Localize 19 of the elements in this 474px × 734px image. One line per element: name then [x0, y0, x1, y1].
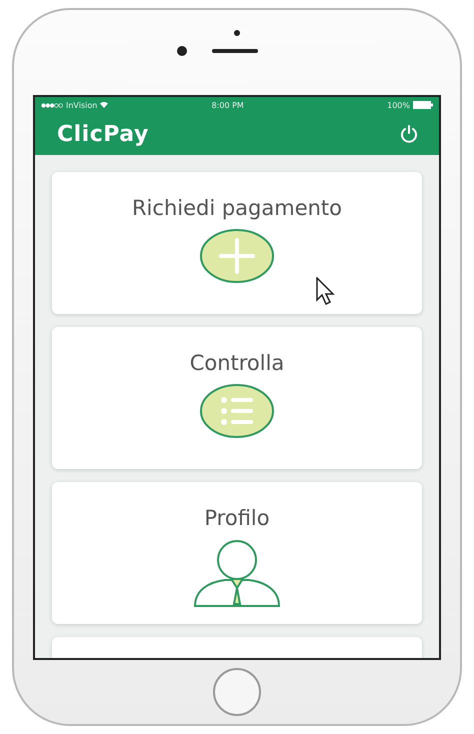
app-logo: ClicPay	[57, 122, 149, 146]
power-icon[interactable]	[399, 124, 419, 144]
signal-dots-icon	[41, 102, 63, 108]
list-circle-icon	[199, 383, 275, 439]
battery-text: 100%	[387, 100, 410, 110]
battery-icon	[412, 101, 433, 109]
time-text: 8:00 PM	[212, 100, 244, 110]
menu-card[interactable]: Controlla	[52, 327, 422, 469]
carrier-text: InVision	[66, 100, 98, 110]
home-button[interactable]	[213, 668, 261, 716]
mouse-cursor-icon	[316, 277, 336, 305]
sensor-dot-icon	[234, 30, 240, 36]
speaker-icon	[212, 49, 258, 53]
menu-card[interactable]: Richiedi pagamento	[52, 172, 422, 314]
wifi-icon	[100, 102, 108, 108]
plus-circle-icon	[199, 228, 275, 284]
menu-card[interactable]: Profilo	[52, 482, 422, 624]
user-icon	[192, 538, 282, 608]
camera-icon	[176, 46, 186, 56]
